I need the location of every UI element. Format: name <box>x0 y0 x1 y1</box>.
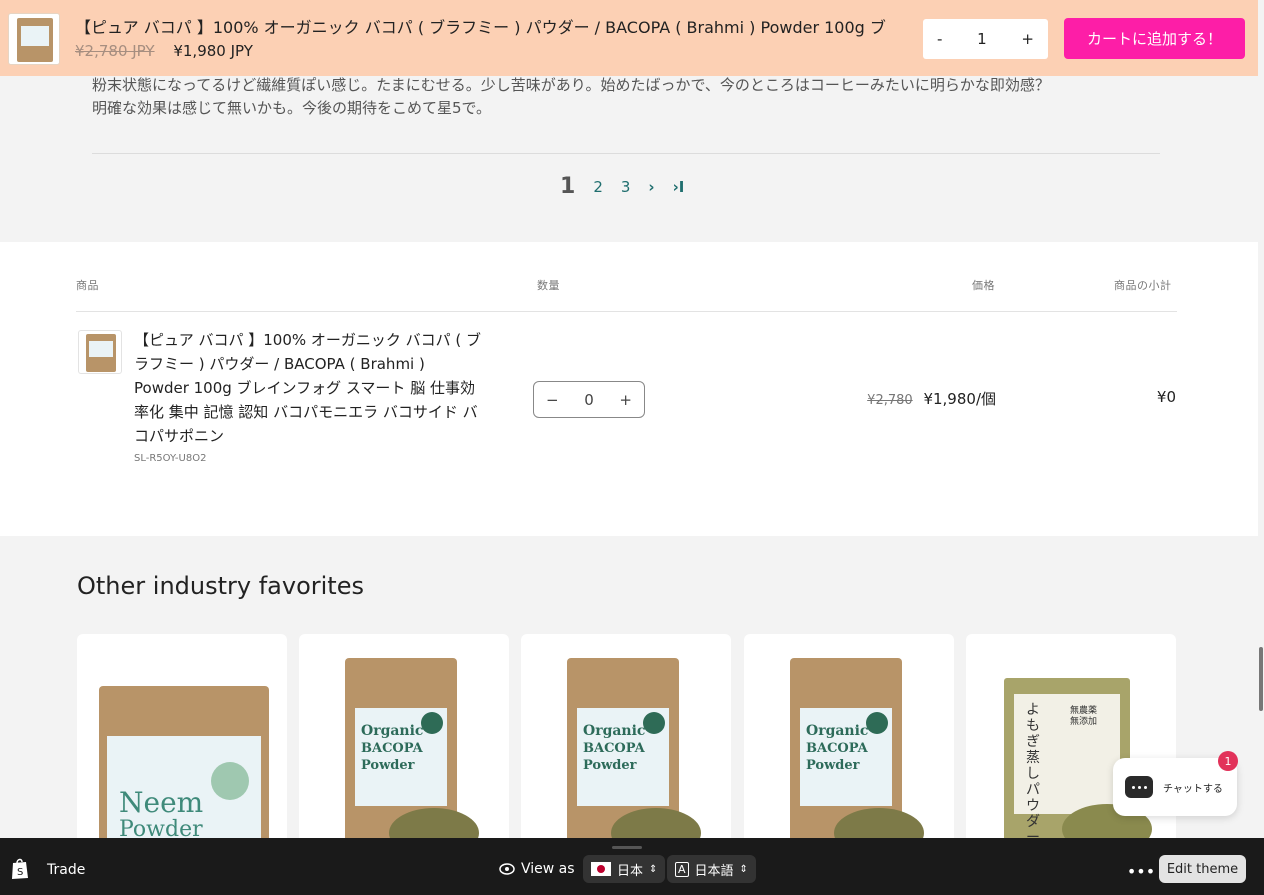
review-line: 粉末状態になってるけど繊維質ぽい感じ。たまにむせる。少し苦味があり。始めたばっか… <box>92 76 1050 94</box>
sticky-product-title: 【ピュア バコパ 】100% オーガニック バコパ ( ブラフミー ) パウダー… <box>75 18 886 37</box>
admin-preview-bar: S Trade View as 日本 ⇕ A 日本語 ⇕ ••• Edit th… <box>0 838 1264 895</box>
more-options-button[interactable]: ••• <box>1127 857 1155 885</box>
product-label: よもぎ蒸しパウダー <box>1026 702 1040 844</box>
product-card[interactable]: Organic BACOPA Powder <box>744 634 954 844</box>
cart-item-thumbnail[interactable] <box>78 330 122 374</box>
product-label: Powder <box>583 758 637 773</box>
translate-icon: A <box>675 861 689 877</box>
cart-item-price: ¥2,780 ¥1,980/個 <box>867 388 996 409</box>
column-header-price: 価格 <box>972 279 995 292</box>
svg-text:S: S <box>17 867 23 878</box>
qty-decrease-button[interactable]: − <box>546 391 559 409</box>
cart-item-sku: SL-R5OY-U8O2 <box>134 453 207 464</box>
divider <box>76 311 1177 312</box>
notification-badge: 1 <box>1218 751 1238 771</box>
sticky-prices: ¥2,780 JPY ¥1,980 JPY <box>75 42 253 60</box>
column-header-product: 商品 <box>76 279 99 292</box>
divider <box>92 153 1160 154</box>
qty-value[interactable]: 1 <box>977 30 987 48</box>
language-value: 日本語 <box>694 863 734 879</box>
country-selector[interactable]: 日本 ⇕ <box>583 855 666 883</box>
review-section: 粉末状態になってるけど繊維質ぽい感じ。たまにむせる。少し苦味があり。始めたばっか… <box>0 76 1258 242</box>
edit-theme-button[interactable]: Edit theme <box>1159 855 1246 883</box>
pagination: 1 2 3 › ›I <box>560 174 684 199</box>
favorites-section: Other industry favorites Neem Powder Org… <box>0 536 1258 844</box>
cart-item-subtotal: ¥0 <box>1156 388 1176 406</box>
scrollbar-thumb[interactable] <box>1259 647 1263 711</box>
next-page-icon[interactable]: › <box>648 178 654 196</box>
organic-seal-icon <box>643 712 665 734</box>
product-label: Powder <box>806 758 860 773</box>
chat-icon <box>1125 776 1153 798</box>
page-current: 1 <box>560 174 576 199</box>
country-value: 日本 <box>617 863 644 879</box>
product-label: 無農薬 無添加 <box>1070 706 1098 727</box>
chat-label: チャットする <box>1163 783 1223 795</box>
qty-decrease-button[interactable]: - <box>937 30 942 48</box>
product-thumbnail[interactable] <box>8 13 60 65</box>
product-label: Powder <box>361 758 415 773</box>
store-name: Trade <box>47 862 86 878</box>
chevron-updown-icon: ⇕ <box>649 863 658 875</box>
column-header-subtotal: 商品の小計 <box>1114 279 1172 292</box>
page-link[interactable]: 3 <box>621 178 631 196</box>
vertical-scrollbar[interactable] <box>1258 0 1264 838</box>
shopify-bag-icon[interactable]: S <box>10 857 30 880</box>
cart-item-title[interactable]: 【ピュア バコパ 】100% オーガニック バコパ ( ブラフミー ) パウダー… <box>134 328 484 448</box>
chevron-updown-icon: ⇕ <box>739 863 748 875</box>
cart-quantity-stepper: − 0 + <box>533 381 645 418</box>
last-page-icon[interactable]: ›I <box>673 178 685 196</box>
page-link[interactable]: 2 <box>593 178 603 196</box>
product-card[interactable]: Organic BACOPA Powder <box>521 634 731 844</box>
review-line: 明確な効果は感じて無いかも。今後の期待をこめて星5で。 <box>92 99 491 117</box>
product-card[interactable]: Neem Powder <box>77 634 287 844</box>
product-label: BACOPA <box>806 741 868 756</box>
cart-table: 商品 数量 価格 商品の小計 【ピュア バコパ 】100% オーガニック バコパ… <box>0 242 1258 536</box>
product-label: Organic <box>583 723 646 739</box>
product-label: Neem <box>119 786 204 819</box>
organic-seal-icon <box>421 712 443 734</box>
sticky-new-price: ¥1,980 JPY <box>173 42 253 60</box>
product-label: BACOPA <box>583 741 645 756</box>
japan-flag-icon <box>591 862 611 876</box>
chat-widget-button[interactable]: チャットする 1 <box>1113 751 1238 816</box>
drag-handle[interactable] <box>612 846 642 849</box>
cart-item-unit-price: ¥1,980/個 <box>923 390 996 408</box>
organic-seal-icon <box>211 762 249 800</box>
favorites-heading: Other industry favorites <box>77 572 364 600</box>
add-to-cart-button[interactable]: カートに追加する！ <box>1064 18 1245 59</box>
qty-increase-button[interactable]: + <box>1021 30 1034 48</box>
view-as-label: View as <box>499 861 575 877</box>
product-label: Organic <box>806 723 869 739</box>
qty-value[interactable]: 0 <box>584 391 594 409</box>
column-header-quantity: 数量 <box>537 279 560 292</box>
view-as-text: View as <box>521 861 575 877</box>
language-selector[interactable]: A 日本語 ⇕ <box>667 855 756 883</box>
product-card[interactable]: Organic BACOPA Powder <box>299 634 509 844</box>
product-label: Organic <box>361 723 424 739</box>
product-image: Neem Powder <box>99 686 269 844</box>
sticky-quantity-stepper: - 1 + <box>923 19 1048 59</box>
eye-icon <box>499 863 515 875</box>
qty-increase-button[interactable]: + <box>619 391 632 409</box>
product-label: BACOPA <box>361 741 423 756</box>
organic-seal-icon <box>866 712 888 734</box>
sticky-old-price: ¥2,780 JPY <box>75 42 155 60</box>
sticky-product-bar: 【ピュア バコパ 】100% オーガニック バコパ ( ブラフミー ) パウダー… <box>0 0 1258 76</box>
cart-item-old-price: ¥2,780 <box>867 393 913 408</box>
review-text: 粉末状態になってるけど繊維質ぽい感じ。たまにむせる。少し苦味があり。始めたばっか… <box>92 76 1172 120</box>
